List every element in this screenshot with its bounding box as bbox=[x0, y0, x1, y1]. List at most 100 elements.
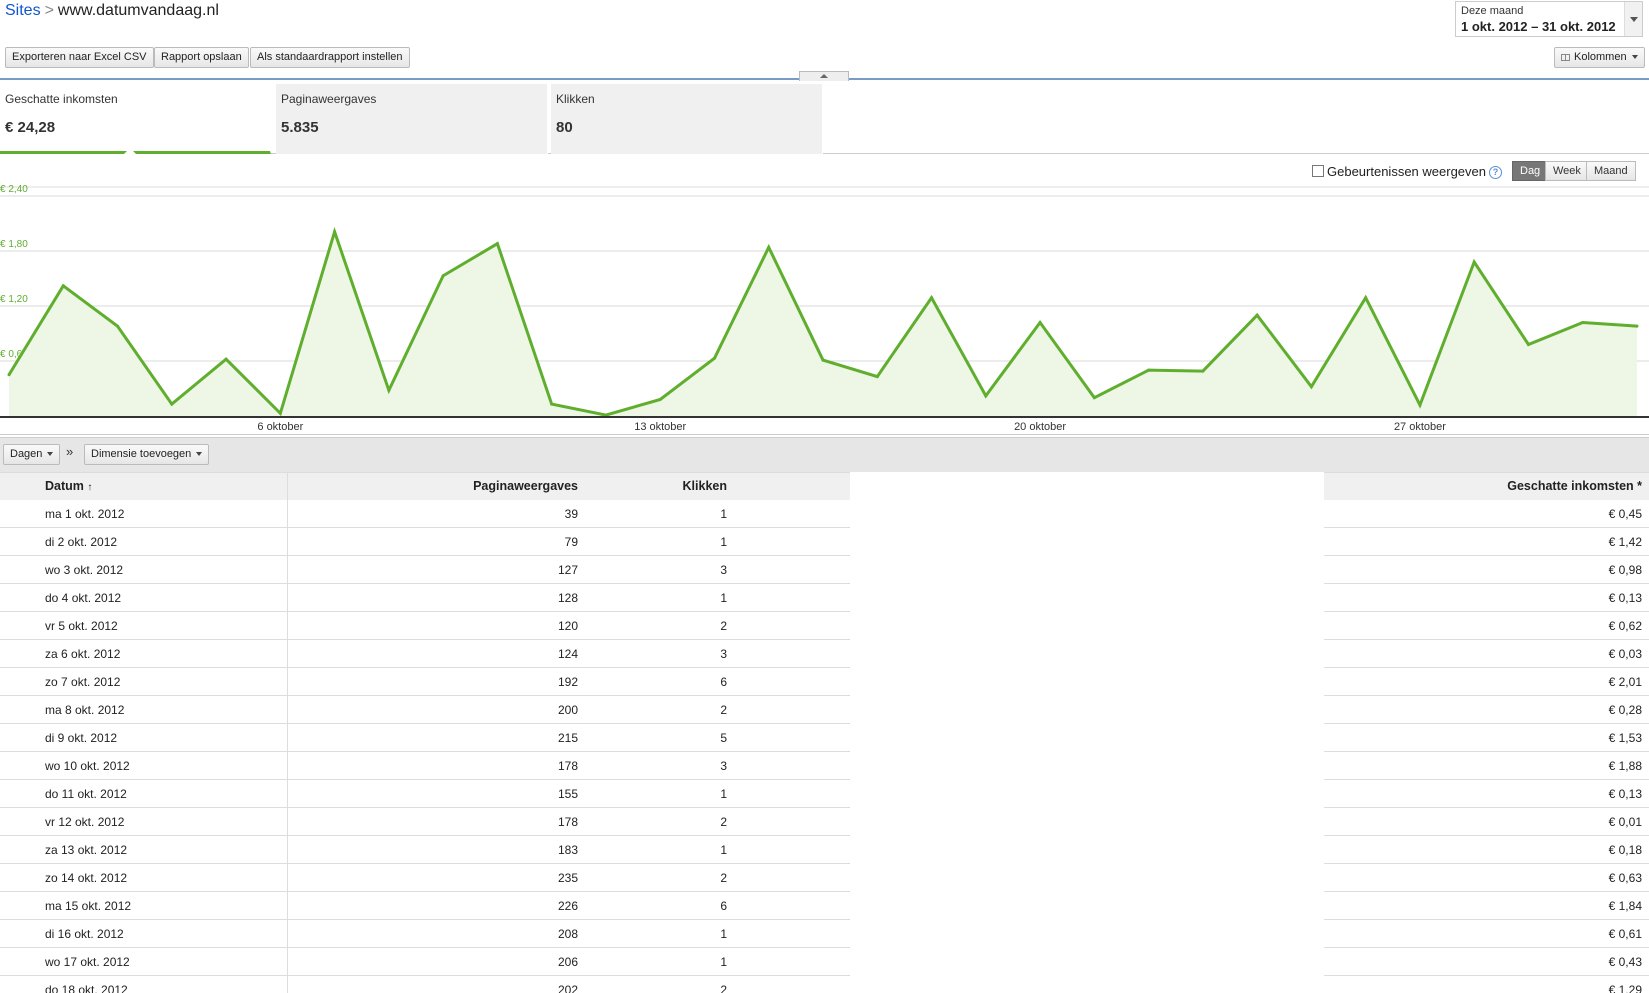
data-point bbox=[170, 402, 174, 406]
cell-clicks: 1 bbox=[720, 787, 727, 801]
show-events-toggle[interactable]: Gebeurtenissen weergeven? bbox=[1312, 164, 1502, 179]
sort-asc-icon: ↑ bbox=[87, 482, 93, 493]
set-default-report-button[interactable]: Als standaardrapport instellen bbox=[250, 47, 410, 68]
data-point bbox=[61, 284, 65, 288]
metric-label: Geschatte inkomsten bbox=[5, 92, 118, 106]
caret-down-icon bbox=[47, 452, 54, 457]
cell-clicks: 2 bbox=[720, 815, 727, 829]
table-row: ma 15 okt. 2012 226 6 € 1,84 bbox=[0, 892, 1649, 920]
data-point bbox=[1201, 369, 1205, 373]
column-header-clicks[interactable]: Klikken bbox=[578, 472, 727, 500]
cell-earnings: € 0,98 bbox=[1608, 563, 1642, 577]
data-point bbox=[1092, 396, 1096, 400]
table-row: do 18 okt. 2012 202 2 € 1,29 bbox=[0, 976, 1649, 993]
collapse-chart-handle[interactable] bbox=[799, 71, 849, 81]
dimension-select[interactable]: Dagen bbox=[3, 444, 61, 465]
x-tick-label: 13 oktober bbox=[634, 421, 686, 433]
data-point bbox=[495, 242, 499, 246]
metric-label: Klikken bbox=[556, 92, 595, 106]
cell-date: di 2 okt. 2012 bbox=[0, 528, 288, 556]
metric-tile-pageviews[interactable]: Paginaweergaves 5.835 bbox=[276, 84, 548, 154]
cell-earnings: € 1,53 bbox=[1608, 731, 1642, 745]
data-point bbox=[1526, 343, 1530, 346]
cell-clicks: 1 bbox=[720, 955, 727, 969]
data-point bbox=[821, 358, 825, 362]
table-row: di 2 okt. 2012 79 1 € 1,42 bbox=[0, 528, 1649, 556]
cell-date: wo 3 okt. 2012 bbox=[0, 556, 288, 584]
data-point bbox=[441, 274, 445, 278]
add-dimension-button[interactable]: Dimensie toevoegen bbox=[84, 444, 210, 465]
table-row: do 11 okt. 2012 155 1 € 0,13 bbox=[0, 780, 1649, 808]
metric-tile-clicks[interactable]: Klikken 80 bbox=[551, 84, 823, 154]
columns-button-label: Kolommen bbox=[1574, 51, 1627, 63]
metric-tile-estimated-earnings[interactable]: Geschatte inkomsten € 24,28 bbox=[0, 84, 271, 154]
cell-clicks: 5 bbox=[720, 731, 727, 745]
cell-date: do 4 okt. 2012 bbox=[0, 584, 288, 612]
help-icon[interactable]: ? bbox=[1489, 166, 1502, 179]
table-header-row: Datum ↑ Paginaweergaves Klikken Geschatt… bbox=[0, 472, 1649, 500]
cell-pageviews: 127 bbox=[557, 563, 578, 577]
cell-date: wo 10 okt. 2012 bbox=[0, 752, 288, 780]
series-area bbox=[9, 231, 1637, 416]
columns-button[interactable]: Kolommen bbox=[1554, 47, 1645, 68]
cell-pageviews: 235 bbox=[557, 871, 578, 885]
data-point bbox=[1038, 321, 1042, 324]
add-dimension-label: Dimensie toevoegen bbox=[91, 448, 192, 460]
export-csv-button[interactable]: Exporteren naar Excel CSV bbox=[5, 47, 154, 68]
cell-clicks: 3 bbox=[720, 647, 727, 661]
data-point bbox=[387, 388, 391, 392]
table-row: wo 10 okt. 2012 178 3 € 1,88 bbox=[0, 752, 1649, 780]
data-point bbox=[550, 402, 554, 406]
cell-earnings: € 0,61 bbox=[1608, 927, 1642, 941]
metric-tiles: Geschatte inkomsten € 24,28 Paginaweerga… bbox=[0, 84, 1649, 154]
metric-label: Paginaweergaves bbox=[281, 92, 377, 106]
save-report-button[interactable]: Rapport opslaan bbox=[154, 47, 249, 68]
cell-clicks: 2 bbox=[720, 703, 727, 717]
column-header-earnings[interactable]: Geschatte inkomsten * bbox=[1324, 472, 1642, 500]
granularity-week-button[interactable]: Week bbox=[1545, 161, 1589, 181]
metric-value: 80 bbox=[556, 119, 573, 136]
cell-pageviews: 39 bbox=[564, 507, 578, 521]
date-range-value: 1 okt. 2012 – 31 okt. 2012 bbox=[1461, 19, 1616, 34]
cell-date: ma 8 okt. 2012 bbox=[0, 696, 288, 724]
cell-pageviews: 208 bbox=[557, 927, 578, 941]
data-point bbox=[116, 324, 120, 328]
breadcrumb-sites-link[interactable]: Sites bbox=[5, 2, 41, 19]
table-row: di 16 okt. 2012 208 1 € 0,61 bbox=[0, 920, 1649, 948]
cell-earnings: € 0,03 bbox=[1608, 647, 1642, 661]
table-toolbar bbox=[0, 437, 1649, 472]
column-header-pageviews[interactable]: Paginaweergaves bbox=[288, 472, 578, 500]
cell-date: ma 1 okt. 2012 bbox=[0, 500, 288, 528]
cell-date: zo 14 okt. 2012 bbox=[0, 864, 288, 892]
earnings-chart: € 0,60 € 1,20 € 1,80 € 2,40 6 oktober 13 okto… bbox=[0, 184, 1649, 438]
cell-pageviews: 200 bbox=[557, 703, 578, 717]
date-range-label: Deze maand bbox=[1461, 5, 1524, 17]
chevron-down-icon[interactable] bbox=[1624, 2, 1642, 36]
events-checkbox[interactable] bbox=[1312, 165, 1324, 177]
data-point bbox=[1255, 313, 1259, 317]
caret-down-icon bbox=[1631, 55, 1638, 60]
table-row: ma 8 okt. 2012 200 2 € 0,28 bbox=[0, 696, 1649, 724]
data-point bbox=[7, 373, 11, 377]
data-point bbox=[930, 296, 934, 300]
data-point bbox=[1364, 296, 1368, 300]
date-range-picker[interactable]: Deze maand 1 okt. 2012 – 31 okt. 2012 bbox=[1455, 1, 1643, 37]
cell-clicks: 1 bbox=[720, 507, 727, 521]
column-header-date[interactable]: Datum ↑ bbox=[0, 472, 288, 500]
table-row: za 6 okt. 2012 124 3 € 0,03 bbox=[0, 640, 1649, 668]
granularity-month-button[interactable]: Maand bbox=[1586, 161, 1636, 181]
cell-clicks: 3 bbox=[720, 563, 727, 577]
cell-earnings: € 0,13 bbox=[1608, 591, 1642, 605]
table-row: ma 1 okt. 2012 39 1 € 0,45 bbox=[0, 500, 1649, 528]
cell-date: wo 17 okt. 2012 bbox=[0, 948, 288, 976]
table-row: wo 17 okt. 2012 206 1 € 0,43 bbox=[0, 948, 1649, 976]
x-tick-label: 27 oktober bbox=[1394, 421, 1446, 433]
cell-earnings: € 0,43 bbox=[1608, 955, 1642, 969]
cell-date: za 6 okt. 2012 bbox=[0, 640, 288, 668]
table-row: zo 7 okt. 2012 192 6 € 2,01 bbox=[0, 668, 1649, 696]
cell-clicks: 2 bbox=[720, 619, 727, 633]
granularity-day-button[interactable]: Dag bbox=[1512, 161, 1549, 181]
data-point bbox=[658, 398, 662, 401]
cell-pageviews: 206 bbox=[557, 955, 578, 969]
x-tick-label: 6 oktober bbox=[257, 421, 303, 433]
